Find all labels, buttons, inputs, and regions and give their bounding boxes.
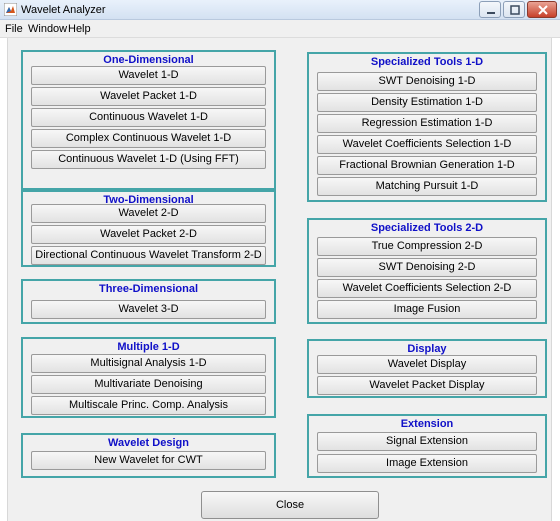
maximize-button[interactable] bbox=[503, 1, 525, 18]
menu-bar: File Window Help bbox=[0, 20, 560, 38]
main-panel: One-Dimensional Wavelet 1-D Wavelet Pack… bbox=[7, 38, 552, 521]
multisignal-analysis-1d-button[interactable]: Multisignal Analysis 1-D bbox=[31, 354, 266, 373]
continuous-wavelet-1d-button[interactable]: Continuous Wavelet 1-D bbox=[31, 108, 266, 127]
panel-specialized-tools-2d: Specialized Tools 2-D True Compression 2… bbox=[307, 218, 547, 324]
maximize-icon bbox=[510, 5, 520, 15]
complex-continuous-wavelet-1d-button[interactable]: Complex Continuous Wavelet 1-D bbox=[31, 129, 266, 148]
panel-display: Display Wavelet Display Wavelet Packet D… bbox=[307, 339, 547, 398]
panel-multiple-1d: Multiple 1-D Multisignal Analysis 1-D Mu… bbox=[21, 337, 276, 418]
window-title: Wavelet Analyzer bbox=[21, 4, 106, 16]
multiscale-pca-button[interactable]: Multiscale Princ. Comp. Analysis bbox=[31, 396, 266, 415]
wavelet-coefficients-selection-1d-button[interactable]: Wavelet Coefficients Selection 1-D bbox=[317, 135, 537, 154]
wavelet-1d-button[interactable]: Wavelet 1-D bbox=[31, 66, 266, 85]
panel-specialized-tools-1d: Specialized Tools 1-D SWT Denoising 1-D … bbox=[307, 52, 547, 202]
panel-title-three-dimensional: Three-Dimensional bbox=[98, 283, 199, 295]
wavelet-packet-2d-button[interactable]: Wavelet Packet 2-D bbox=[31, 225, 266, 244]
wavelet-coefficients-selection-2d-button[interactable]: Wavelet Coefficients Selection 2-D bbox=[317, 279, 537, 298]
matlab-app-icon bbox=[4, 3, 17, 16]
swt-denoising-2d-button[interactable]: SWT Denoising 2-D bbox=[317, 258, 537, 277]
panel-title-display: Display bbox=[407, 343, 447, 355]
image-fusion-button[interactable]: Image Fusion bbox=[317, 300, 537, 319]
true-compression-2d-button[interactable]: True Compression 2-D bbox=[317, 237, 537, 256]
title-bar: Wavelet Analyzer bbox=[0, 0, 560, 20]
wavelet-packet-1d-button[interactable]: Wavelet Packet 1-D bbox=[31, 87, 266, 106]
menu-window[interactable]: Window bbox=[28, 23, 67, 35]
regression-estimation-1d-button[interactable]: Regression Estimation 1-D bbox=[317, 114, 537, 133]
close-window-button[interactable] bbox=[527, 1, 557, 18]
close-button[interactable]: Close bbox=[201, 491, 379, 519]
minimize-icon bbox=[487, 12, 495, 14]
panel-title-one-dimensional: One-Dimensional bbox=[103, 54, 194, 66]
menu-help[interactable]: Help bbox=[68, 23, 91, 35]
panel-title-extension: Extension bbox=[400, 418, 454, 430]
panel-wavelet-design: Wavelet Design New Wavelet for CWT bbox=[21, 433, 276, 478]
new-wavelet-cwt-button[interactable]: New Wavelet for CWT bbox=[31, 451, 266, 470]
panel-extension: Extension Signal Extension Image Extensi… bbox=[307, 414, 547, 478]
directional-cwt-2d-button[interactable]: Directional Continuous Wavelet Transform… bbox=[31, 246, 266, 265]
wavelet-display-button[interactable]: Wavelet Display bbox=[317, 355, 537, 374]
matching-pursuit-1d-button[interactable]: Matching Pursuit 1-D bbox=[317, 177, 537, 196]
fractional-brownian-generation-1d-button[interactable]: Fractional Brownian Generation 1-D bbox=[317, 156, 537, 175]
swt-denoising-1d-button[interactable]: SWT Denoising 1-D bbox=[317, 72, 537, 91]
image-extension-button[interactable]: Image Extension bbox=[317, 454, 537, 473]
density-estimation-1d-button[interactable]: Density Estimation 1-D bbox=[317, 93, 537, 112]
signal-extension-button[interactable]: Signal Extension bbox=[317, 432, 537, 451]
wavelet-3d-button[interactable]: Wavelet 3-D bbox=[31, 300, 266, 319]
close-icon bbox=[538, 5, 548, 15]
continuous-wavelet-fft-button[interactable]: Continuous Wavelet 1-D (Using FFT) bbox=[31, 150, 266, 169]
panel-title-wavelet-design: Wavelet Design bbox=[108, 437, 189, 449]
panel-two-dimensional: Two-Dimensional Wavelet 2-D Wavelet Pack… bbox=[21, 190, 276, 267]
panel-title-multiple-1d: Multiple 1-D bbox=[117, 341, 180, 353]
panel-three-dimensional: Three-Dimensional Wavelet 3-D bbox=[21, 279, 276, 324]
multivariate-denoising-button[interactable]: Multivariate Denoising bbox=[31, 375, 266, 394]
minimize-button[interactable] bbox=[479, 1, 501, 18]
panel-title-specialized-tools-2d: Specialized Tools 2-D bbox=[370, 222, 484, 234]
panel-title-specialized-tools-1d: Specialized Tools 1-D bbox=[370, 56, 484, 68]
wavelet-2d-button[interactable]: Wavelet 2-D bbox=[31, 204, 266, 223]
menu-file[interactable]: File bbox=[5, 23, 23, 35]
panel-one-dimensional: One-Dimensional Wavelet 1-D Wavelet Pack… bbox=[21, 50, 276, 190]
wavelet-packet-display-button[interactable]: Wavelet Packet Display bbox=[317, 376, 537, 395]
